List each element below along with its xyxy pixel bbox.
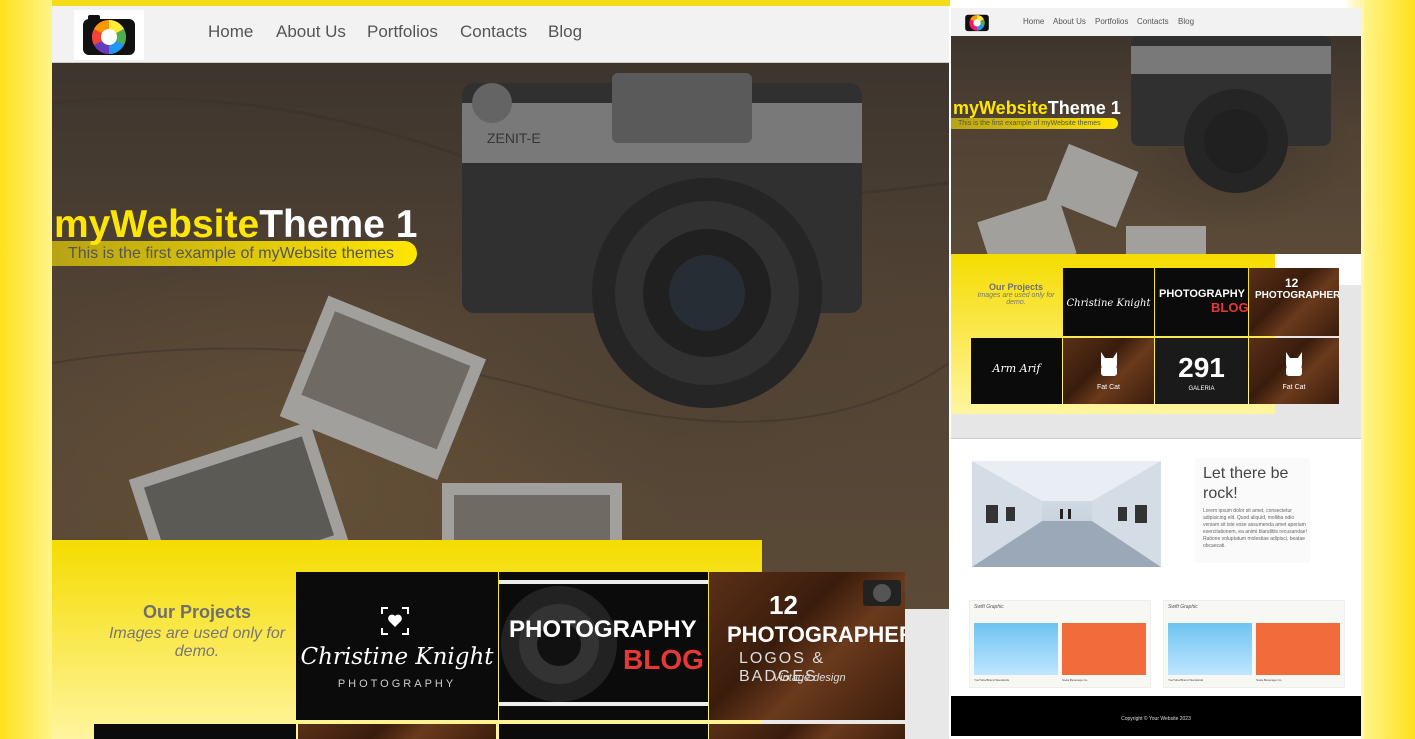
section-divider [951,438,1361,439]
project-tile-photography-blog[interactable]: PHOTOGRAPHY BLOG [499,572,708,720]
christine-sub: PHOTOGRAPHY [337,678,457,690]
camera-logo-icon [83,15,135,55]
footer-copyright: Copyright © Your Website 2023 [1121,716,1191,722]
mini-blog-line2: BLOG [1211,300,1248,315]
mini-tile-christine[interactable]: Christine Knight [1063,268,1154,336]
mini-arif-name: Arm Arif [992,362,1041,375]
mini-logos-line2: PHOTOGRAPHER [1255,290,1339,301]
mini-navbar: Home About Us Portfolios Contacts Blog [951,8,1361,37]
mini-camera-logo-icon[interactable] [963,12,991,32]
mini-projects-title: Our Projects [988,282,1044,292]
mini-tile-logos[interactable]: 12 PHOTOGRAPHER [1249,268,1339,336]
project-tile-arm-arif[interactable] [94,724,296,739]
nav-portfolios[interactable]: Portfolios [367,22,438,42]
gallery-hall-icon [972,461,1161,567]
navbar: Home About Us Portfolios Contacts Blog [52,6,949,63]
projects-subtitle: Images are used only for demo. [108,625,286,660]
mini-nav-contacts[interactable]: Contacts [1137,17,1169,26]
project-tile-christine-knight[interactable]: Christine Knight PHOTOGRAPHY [296,572,498,720]
card1-right-caption: Soda Beverage Co. [1062,678,1089,682]
mini-galeria-num: 291 [1178,352,1225,383]
mini-fatcat-label: Fat Cat [1097,384,1120,391]
rock-title: Let there be rock! [1203,465,1289,502]
hero-title-white: Theme 1 [259,203,418,246]
mini-projects-subtitle: Images are used only for demo. [977,292,1055,306]
project-tile-fat-cat-2[interactable] [709,724,905,739]
card2-right-image [1256,623,1340,675]
mini-hero-title: myWebsiteTheme 1 [953,98,1121,119]
card2-left-image [1168,623,1252,675]
project-tile-photographer-logos[interactable]: 12 PHOTOGRAPHER LOGOS & BADGES Vintage d… [709,572,905,720]
card1-left-caption: YouTube/Brand Standards [974,678,1010,682]
mini-fatcat-label-2: Fat Cat [1282,384,1306,391]
hero-image: ZENIT-E myWebsiteTheme 1 This is the fir… [52,63,949,609]
blog-line2: BLOG [623,644,704,675]
mini-tile-fatcat[interactable]: Fat Cat [1063,338,1154,404]
nav-contacts[interactable]: Contacts [460,22,527,42]
mini-hero-subtitle: This is the first example of myWebsite t… [951,118,1118,129]
card1-left-image [974,623,1058,675]
blog-line1: PHOTOGRAPHY [509,616,697,643]
projects-title: Our Projects [142,602,252,622]
nav-about-us[interactable]: About Us [276,22,346,42]
project-tile-fat-cat[interactable] [298,724,496,739]
mini-galeria-label: GALERIA [1188,386,1215,392]
mini-hero-title-white: Theme 1 [1047,98,1121,118]
mini-logos-line1: 12 [1285,276,1299,290]
desktop-preview: Home About Us Portfolios Contacts Blog Z… [52,6,949,739]
mini-hero-title-yellow: myWebsite [953,98,1048,118]
project-tile-galeria[interactable] [499,724,708,739]
mini-nav-blog[interactable]: Blog [1178,17,1194,26]
mini-tile-galeria[interactable]: 291 GALERIA [1155,338,1248,404]
logos-line4: Vintage design [773,672,846,684]
rock-body: Lorem ipsum dolor sit amet, consectetur … [1203,508,1307,549]
portfolio-card-1[interactable]: Swift Graphic YouTube/Brand Standards So… [969,600,1151,688]
logo[interactable] [74,10,144,60]
mini-nav-home[interactable]: Home [1023,17,1044,26]
card2-left-caption: YouTube/Brand Standards [1168,678,1204,682]
mini-nav-portfolios[interactable]: Portfolios [1095,17,1128,26]
portfolio-card-2[interactable]: Swift Graphic YouTube/Brand Standards So… [1163,600,1345,688]
small-camera-icon [863,580,901,606]
mini-hero-overlay [951,36,1361,254]
hero-subtitle: This is the first example of myWebsite t… [52,241,417,266]
cat-cup-icon-2 [1286,352,1302,376]
mini-tile-fatcat-2[interactable]: Fat Cat [1249,338,1339,404]
christine-name: Christine Knight [300,644,494,670]
cat-cup-icon [1101,352,1117,376]
nav-home[interactable]: Home [208,22,253,42]
card2-logo: Swift Graphic [1168,604,1198,610]
hero-title-yellow: myWebsite [54,203,260,246]
mini-nav-about[interactable]: About Us [1053,17,1086,26]
nav-blog[interactable]: Blog [548,22,582,42]
heart-frame-icon [381,607,409,635]
gallery-hall-image [972,461,1161,567]
hero-overlay [52,63,949,609]
full-page-preview: Home About Us Portfolios Contacts Blog m… [951,8,1361,739]
left-yellow-band [0,0,52,739]
logos-line1: 12 [769,590,798,620]
mini-christine-name: Christine Knight [1066,298,1151,309]
right-yellow-band [1364,0,1415,739]
mini-hero-image: myWebsiteTheme 1 This is the first examp… [951,36,1361,254]
mini-tile-arif[interactable]: Arm Arif [971,338,1062,404]
mini-blog-line1: PHOTOGRAPHY [1159,288,1245,300]
mini-tile-blog[interactable]: PHOTOGRAPHY BLOG [1155,268,1248,336]
logos-line2: PHOTOGRAPHER [727,622,905,647]
card2-right-caption: Soda Beverage Co. [1256,678,1283,682]
card1-logo: Swift Graphic [974,604,1004,610]
card1-right-image [1062,623,1146,675]
